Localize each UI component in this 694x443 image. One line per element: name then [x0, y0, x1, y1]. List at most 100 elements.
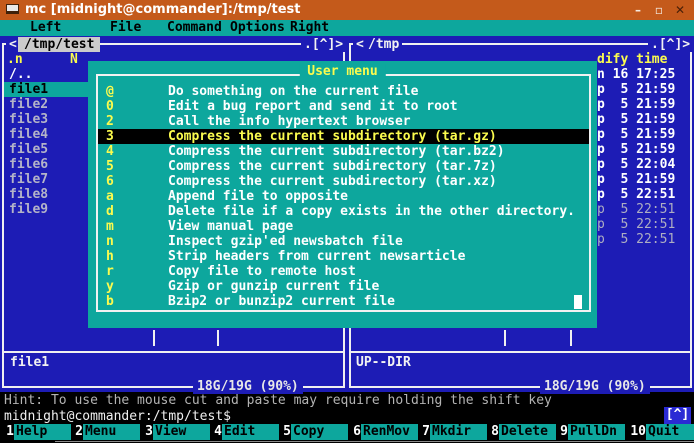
- menubar-item-right[interactable]: Right: [290, 20, 329, 35]
- user-menu-item-key: 2: [106, 114, 114, 129]
- user-menu-item-key: 6: [106, 174, 114, 189]
- window-title: mc [midnight@commander]:/tmp/test: [25, 2, 301, 17]
- user-menu-item[interactable]: 3 Compress the current subdirectory (tar.…: [98, 129, 589, 144]
- user-menu-item-label: Gzip or gunzip current file: [168, 279, 379, 294]
- fkey-mkdir-button[interactable]: Mkdir: [430, 424, 487, 440]
- fkey-pulldn-button[interactable]: PullDn: [568, 424, 625, 440]
- user-menu-item-label: Compress the current subdirectory (tar.g…: [168, 129, 497, 144]
- user-menu-item-key: 4: [106, 144, 114, 159]
- right-ministatus: UP--DIR: [356, 355, 411, 370]
- mtime-cell[interactable]: p 5 21:59: [597, 82, 675, 97]
- mtime-cell[interactable]: n 16 17:25: [597, 67, 675, 82]
- hint-line: Hint: To use the mouse cut and paste may…: [4, 393, 552, 408]
- user-menu-item-key: y: [106, 279, 114, 294]
- user-menu-item[interactable]: nInspect gzip'ed newsbatch file: [98, 234, 589, 249]
- mtime-cell[interactable]: p 5 22:51: [597, 202, 675, 217]
- menubar-item-left[interactable]: Left: [30, 20, 61, 35]
- user-menu-item-label: Edit a bug report and send it to root: [168, 99, 458, 114]
- user-menu-item-key: m: [106, 219, 114, 234]
- left-free-space: 18G/19G (90%): [193, 379, 303, 394]
- fkey-number: 8: [487, 424, 499, 439]
- user-menu-item-key: d: [106, 204, 114, 219]
- user-menu-item[interactable]: rCopy file to remote host: [98, 264, 589, 279]
- fkey-number: 6: [349, 424, 361, 439]
- fkey-number: 1: [2, 424, 14, 439]
- fkey-view-button[interactable]: View: [153, 424, 210, 440]
- user-menu-item[interactable]: 0 Edit a bug report and send it to root: [98, 99, 589, 114]
- user-menu-item-label: Compress the current subdirectory (tar.x…: [168, 174, 497, 189]
- mtime-cell[interactable]: p 5 22:51: [597, 232, 675, 247]
- window-bottom-line: [55, 441, 694, 442]
- mtime-cell[interactable]: p 5 21:59: [597, 97, 675, 112]
- user-menu-item-label: Do something on the current file: [168, 84, 418, 99]
- user-menu-item[interactable]: m View manual page: [98, 219, 589, 234]
- fkey-number: 10: [626, 424, 646, 439]
- menubar-item-command[interactable]: Command: [167, 20, 222, 35]
- user-menu-item[interactable]: @ Do something on the current file: [98, 84, 589, 99]
- user-menu-item-label: Call the info hypertext browser: [168, 114, 411, 129]
- mc-window: mc [midnight@commander]:/tmp/test – ▫ ✕ …: [0, 0, 694, 443]
- command-prompt[interactable]: midnight@commander:/tmp/test$: [4, 409, 231, 424]
- mtime-cell[interactable]: p 5 21:59: [597, 112, 675, 127]
- text-cursor: [574, 295, 582, 309]
- command-history-button[interactable]: [^]: [664, 407, 691, 424]
- maximize-button[interactable]: ▫: [651, 3, 667, 18]
- menubar-item-options[interactable]: Options: [230, 20, 285, 35]
- user-menu-item[interactable]: aAppend file to opposite: [98, 189, 589, 204]
- fkey-renmov-button[interactable]: RenMov: [361, 424, 418, 440]
- fkey-copy-button[interactable]: Copy: [291, 424, 348, 440]
- user-menu-item[interactable]: d Delete file if a copy exists in the oth…: [98, 204, 589, 219]
- user-menu-item-label: Strip headers from current newsarticle: [168, 249, 465, 264]
- function-key-bar: 1Help2Menu3View4Edit5Copy6RenMov7Mkdir8D…: [0, 424, 694, 440]
- terminal-icon: [6, 4, 19, 14]
- fkey-help-button[interactable]: Help: [14, 424, 71, 440]
- fkey-number: 5: [279, 424, 291, 439]
- column-separator-tick: [504, 330, 506, 346]
- user-menu-item-key: 3: [106, 129, 114, 144]
- fkey-number: 7: [418, 424, 430, 439]
- menubar-item-file[interactable]: File: [110, 20, 141, 35]
- user-menu-item-key: b: [106, 294, 114, 309]
- user-menu-item-label: View manual page: [168, 219, 293, 234]
- user-menu-dialog: User menu @Do something on the current f…: [88, 61, 597, 328]
- user-menu-item-key: 0: [106, 99, 114, 114]
- user-menu-item[interactable]: b Bzip2 or bunzip2 current file: [98, 294, 589, 309]
- mtime-cell[interactable]: p 5 22:51: [597, 187, 675, 202]
- user-menu-item-label: Inspect gzip'ed newsbatch file: [168, 234, 403, 249]
- minimize-button[interactable]: –: [630, 3, 646, 18]
- user-menu-item-label: Append file to opposite: [168, 189, 348, 204]
- mtime-cell[interactable]: p 5 22:51: [597, 217, 675, 232]
- user-menu-item-label: Copy file to remote host: [168, 264, 356, 279]
- user-menu-item-label: Delete file if a copy exists in the othe…: [168, 204, 575, 219]
- user-menu-items: @ Do something on the current file 0 Edit a…: [88, 61, 597, 328]
- user-menu-item-key: @: [106, 84, 114, 99]
- mtime-cell[interactable]: p 5 21:59: [597, 142, 675, 157]
- fkey-delete-button[interactable]: Delete: [499, 424, 556, 440]
- fkey-edit-button[interactable]: Edit: [222, 424, 279, 440]
- user-menu-item[interactable]: h Strip headers from current newsarticle: [98, 249, 589, 264]
- user-menu-item[interactable]: 4 Compress the current subdirectory (tar.…: [98, 144, 589, 159]
- user-menu-item[interactable]: 5Compress the current subdirectory (tar.…: [98, 159, 589, 174]
- fkey-menu-button[interactable]: Menu: [83, 424, 140, 440]
- user-menu-item[interactable]: 2 Call the info hypertext browser: [98, 114, 589, 129]
- fkey-quit-button[interactable]: Quit: [646, 424, 694, 440]
- titlebar: mc [midnight@commander]:/tmp/test – ▫ ✕: [0, 0, 694, 20]
- column-separator-tick: [217, 330, 219, 346]
- user-menu-item-label: Compress the current subdirectory (tar.b…: [168, 144, 505, 159]
- mtime-cell[interactable]: p 5 22:04: [597, 157, 675, 172]
- fkey-number: 2: [71, 424, 83, 439]
- left-ministatus-separator: [3, 351, 344, 353]
- user-menu-item[interactable]: y Gzip or gunzip current file: [98, 279, 589, 294]
- close-button[interactable]: ✕: [672, 3, 688, 18]
- fkey-number: 9: [556, 424, 568, 439]
- user-menu-item-label: Bzip2 or bunzip2 current file: [168, 294, 395, 309]
- user-menu-item-key: h: [106, 249, 114, 264]
- mtime-cell[interactable]: p 5 21:59: [597, 172, 675, 187]
- column-separator-tick: [570, 330, 572, 346]
- right-free-space: 18G/19G (90%): [540, 379, 650, 394]
- user-menu-item[interactable]: 6 Compress the current subdirectory (tar.…: [98, 174, 589, 189]
- left-ministatus: file1: [10, 355, 49, 370]
- right-ministatus-separator: [350, 351, 691, 353]
- mtime-cell[interactable]: p 5 21:59: [597, 127, 675, 142]
- fkey-number: 3: [141, 424, 153, 439]
